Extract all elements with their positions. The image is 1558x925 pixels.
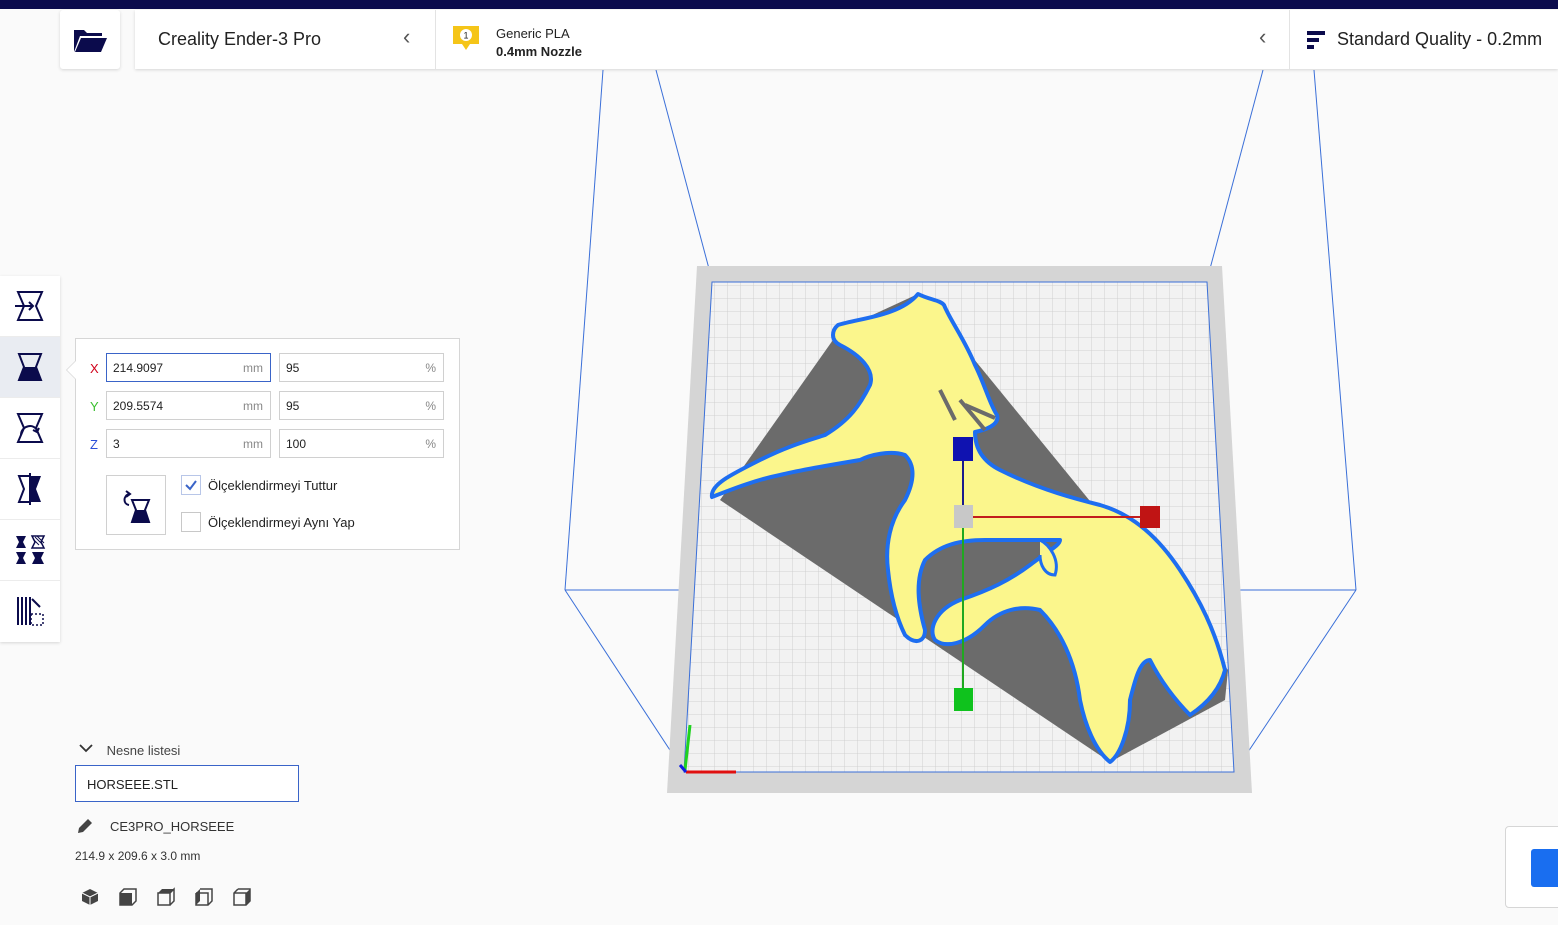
front-view-icon xyxy=(119,888,137,906)
unit-mm: mm xyxy=(243,399,263,413)
rotate-tool-button[interactable] xyxy=(0,398,60,459)
slice-button[interactable] xyxy=(1531,849,1558,887)
folder-open-icon xyxy=(74,29,107,52)
scale-icon xyxy=(17,353,43,381)
y-axis-label: Y xyxy=(90,399,99,414)
unit-percent: % xyxy=(425,437,436,451)
scale-x-percent-input[interactable]: 95 % xyxy=(279,353,444,382)
printer-name: Creality Ender-3 Pro xyxy=(158,29,322,49)
snap-scaling-checkbox[interactable] xyxy=(181,512,201,532)
panel-pointer xyxy=(67,361,76,379)
snap-scaling-label: Ölçeklendirmeyi Aynı Yap xyxy=(208,515,355,530)
object-list-item[interactable]: HORSEEE.STL xyxy=(75,765,299,802)
unit-mm: mm xyxy=(243,361,263,375)
pencil-icon[interactable] xyxy=(76,817,94,835)
scale-z-mm-input[interactable]: 3 mm xyxy=(106,429,271,458)
view-top-button[interactable] xyxy=(154,885,178,909)
quality-settings-icon xyxy=(1307,31,1325,49)
uniform-scaling-label: Ölçeklendirmeyi Tuttur xyxy=(208,478,338,493)
unit-percent: % xyxy=(425,361,436,375)
view-front-button[interactable] xyxy=(116,885,140,909)
3d-view-icon xyxy=(81,889,99,905)
uniform-scaling-checkbox[interactable] xyxy=(181,475,201,495)
chevron-left-icon: ‹ xyxy=(1259,24,1267,49)
printer-selector[interactable]: Creality Ender-3 Pro ‹ xyxy=(135,10,436,69)
window-top-strip xyxy=(0,0,1558,9)
scale-y-percent-value: 95 xyxy=(286,399,300,413)
print-settings-selector[interactable]: Standard Quality - 0.2mm xyxy=(1290,10,1558,69)
job-name[interactable]: CE3PRO_HORSEEE xyxy=(110,819,234,834)
right-view-icon xyxy=(233,888,251,906)
reset-scale-icon xyxy=(123,490,151,523)
left-view-icon xyxy=(195,888,213,906)
model-dimensions: 214.9 x 209.6 x 3.0 mm xyxy=(75,849,201,863)
scale-z-percent-input[interactable]: 100 % xyxy=(279,429,444,458)
scale-tool-panel: X 214.9097 mm 95 % Y 209.5574 mm 95 % Z … xyxy=(67,338,460,550)
unit-percent: % xyxy=(425,399,436,413)
scale-tool-button[interactable] xyxy=(0,337,60,398)
reset-scale-button[interactable] xyxy=(106,475,166,535)
view-3d-button[interactable] xyxy=(78,885,102,909)
material-name: Generic PLA xyxy=(496,26,570,41)
scale-x-mm-input[interactable]: 214.9097 mm xyxy=(106,353,271,382)
scale-z-mm-value: 3 xyxy=(113,437,120,451)
top-view-icon xyxy=(157,887,175,906)
nozzle-size: 0.4mm Nozzle xyxy=(496,44,582,59)
mirror-tool-button[interactable] xyxy=(0,459,60,520)
view-right-button[interactable] xyxy=(230,885,254,909)
mirror-icon xyxy=(17,473,41,505)
per-model-settings-tool-button[interactable] xyxy=(0,520,60,581)
3d-viewport[interactable] xyxy=(480,70,1480,830)
support-blocker-icon xyxy=(17,597,44,626)
z-scale-handle[interactable] xyxy=(953,437,973,461)
tool-sidebar xyxy=(0,276,60,642)
view-left-button[interactable] xyxy=(192,885,216,909)
header-bar: Creality Ender-3 Pro ‹ 1 Generic PLA 0.4… xyxy=(135,10,1558,69)
object-list-item-label: HORSEEE.STL xyxy=(87,777,179,792)
scale-y-mm-input[interactable]: 209.5574 mm xyxy=(106,391,271,420)
scale-y-percent-input[interactable]: 95 % xyxy=(279,391,444,420)
object-list-header: Nesne listesi xyxy=(106,743,181,758)
x-axis-label: X xyxy=(90,361,99,376)
open-file-button[interactable] xyxy=(60,10,120,69)
scale-x-percent-value: 95 xyxy=(286,361,300,375)
chevron-down-icon xyxy=(79,741,93,753)
scale-y-mm-value: 209.5574 xyxy=(113,399,164,413)
z-axis-label: Z xyxy=(90,437,98,452)
scale-z-percent-value: 100 xyxy=(286,437,307,451)
move-icon xyxy=(15,291,44,321)
uniform-scale-handle[interactable] xyxy=(954,505,973,528)
slice-panel xyxy=(1505,826,1558,908)
scale-x-mm-value: 214.9097 xyxy=(113,361,164,375)
quality-profile-label: Standard Quality - 0.2mm xyxy=(1337,29,1543,49)
chevron-left-icon: ‹ xyxy=(403,24,411,49)
x-scale-handle[interactable] xyxy=(1140,506,1160,528)
move-tool-button[interactable] xyxy=(0,276,60,337)
per-model-settings-icon xyxy=(16,535,46,564)
y-scale-handle[interactable] xyxy=(954,688,973,711)
rotate-icon xyxy=(16,413,44,443)
object-list-toggle[interactable]: Nesne listesi xyxy=(79,743,180,758)
support-blocker-tool-button[interactable] xyxy=(0,581,60,641)
unit-mm: mm xyxy=(243,437,263,451)
checkmark-icon xyxy=(185,480,197,491)
material-selector[interactable]: 1 Generic PLA 0.4mm Nozzle ‹ xyxy=(436,10,1290,69)
extruder-badge-icon: 1 xyxy=(453,26,479,50)
svg-text:1: 1 xyxy=(463,31,468,41)
